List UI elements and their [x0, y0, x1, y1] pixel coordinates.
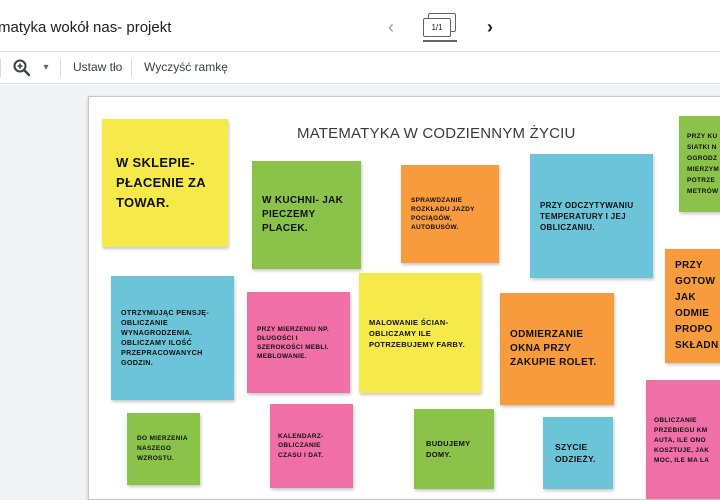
zoom-dropdown-icon[interactable]: ▾	[40, 58, 52, 78]
sticky-note[interactable]: MALOWANIE ŚCIAN- OBLICZAMY ILE POTRZEBUJ…	[359, 273, 481, 393]
sticky-note[interactable]: PRZY MIERZENIU NP. DŁUGOŚCI I SZEROKOŚCI…	[247, 292, 350, 393]
frame-counter: 1/1	[423, 18, 451, 37]
note-budujemy: BUDUJEMY DOMY.	[426, 439, 471, 459]
slide-title: MATEMATYKA W CODZIENNYM ŻYCIU	[297, 125, 576, 142]
note-auta: OBLICZANIE PRZEBIEGU KM AUTA, ILE ONO KO…	[654, 416, 710, 464]
note-temperatura: PRZY ODCZYTYWANIU TEMPERATURY I JEJ OBLI…	[540, 200, 634, 232]
sticky-note[interactable]: ODMIERZANIE OKNA PRZY ZAKUPIE ROLET.	[500, 293, 614, 405]
sticky-note[interactable]: OBLICZANIE PRZEBIEGU KM AUTA, ILE ONO KO…	[646, 380, 720, 499]
sticky-note[interactable]: KALENDARZ- OBLICZANIE CZASU I DAT.	[270, 404, 353, 488]
set-background-button[interactable]: Ustaw tło	[73, 60, 122, 74]
toolbar: ▾ Ustaw tło Wyczyść ramkę	[0, 52, 720, 84]
note-sprawdzanie-rozkladu: SPRAWDZANIE ROZKŁADU JAZDY POCIĄGÓW, AUT…	[411, 197, 475, 231]
app-window: matyka wokół nas- projekt ‹ 1/1 › ▾ Usta…	[0, 0, 720, 500]
toolbar-divider	[0, 59, 1, 77]
note-malowanie: MALOWANIE ŚCIAN- OBLICZAMY ILE POTRZEBUJ…	[369, 317, 465, 349]
note-w-kuchni: W KUCHNI- JAK PIECZEMY PLACEK.	[262, 195, 344, 234]
sticky-note[interactable]: W SKLEPIE- PŁACENIE ZA TOWAR.	[102, 119, 228, 247]
note-pensja: OTRZYMUJĄC PENSJĘ- OBLICZANIE WYNAGRODZE…	[121, 308, 210, 367]
frame-indicator-button[interactable]: 1/1	[420, 13, 460, 42]
sticky-note[interactable]: BUDUJEMY DOMY.	[414, 409, 494, 489]
toolbar-divider	[131, 59, 132, 77]
note-okna: ODMIERZANIE OKNA PRZY ZAKUPIE ROLET.	[510, 329, 597, 368]
sticky-note[interactable]: W KUCHNI- JAK PIECZEMY PLACEK.	[252, 161, 361, 269]
sticky-note[interactable]: PRZY ODCZYTYWANIU TEMPERATURY I JEJ OBLI…	[530, 154, 653, 278]
note-mierzenie-mebli: PRZY MIERZENIU NP. DŁUGOŚCI I SZEROKOŚCI…	[257, 325, 329, 360]
note-szycie: SZYCIE ODZIEŻY.	[555, 442, 596, 464]
note-wzrost: DO MIERZENIA NASZEGO WZROSTU.	[137, 435, 188, 462]
sticky-note[interactable]: PRZY GOTOW JAK ODMIE PROPO SKŁADN	[665, 249, 720, 363]
note-siatki: PRZY KU SIATKI N OGRODZ MIERZYM POTRZE M…	[687, 133, 720, 195]
clear-frame-button[interactable]: Wyczyść ramkę	[144, 60, 228, 74]
sticky-note[interactable]: PRZY KU SIATKI N OGRODZ MIERZYM POTRZE M…	[679, 116, 720, 212]
sticky-note[interactable]: DO MIERZENIA NASZEGO WZROSTU.	[127, 413, 200, 485]
sticky-note[interactable]: SPRAWDZANIE ROZKŁADU JAZDY POCIĄGÓW, AUT…	[401, 165, 499, 263]
note-w-sklepie: W SKLEPIE- PŁACENIE ZA TOWAR.	[116, 155, 206, 210]
note-gotowanie: PRZY GOTOW JAK ODMIE PROPO SKŁADN	[675, 260, 719, 351]
zoom-in-icon[interactable]	[12, 58, 32, 78]
chevron-right-icon[interactable]: ›	[480, 16, 500, 38]
title-bar: matyka wokół nas- projekt ‹ 1/1 ›	[0, 0, 720, 52]
chevron-left-icon[interactable]: ‹	[381, 16, 401, 38]
jamboard-frame[interactable]: MATEMATYKA W CODZIENNYM ŻYCIU W SKLEPIE-…	[88, 96, 720, 500]
sticky-note[interactable]: SZYCIE ODZIEŻY.	[543, 417, 613, 489]
note-kalendarz: KALENDARZ- OBLICZANIE CZASU I DAT.	[278, 432, 324, 459]
toolbar-divider	[60, 59, 61, 77]
frame-underline	[423, 40, 457, 42]
document-title[interactable]: matyka wokół nas- projekt	[0, 19, 171, 36]
sticky-note[interactable]: OTRZYMUJĄC PENSJĘ- OBLICZANIE WYNAGRODZE…	[111, 276, 234, 400]
